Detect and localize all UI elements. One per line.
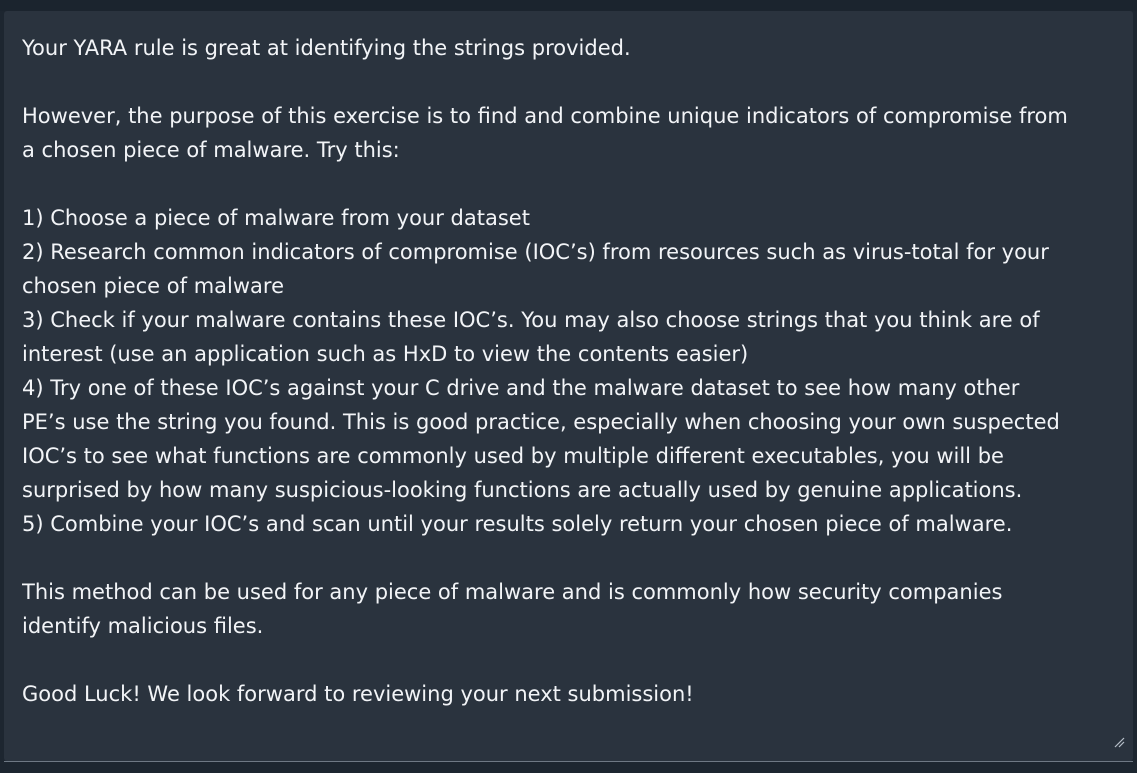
- feedback-line: 1) Choose a piece of malware from your d…: [22, 206, 530, 230]
- feedback-line: surprised by how many suspicious-looking…: [22, 478, 1023, 502]
- feedback-view: Your YARA rule is great at identifying t…: [0, 0, 1137, 773]
- feedback-line: Your YARA rule is great at identifying t…: [22, 36, 631, 60]
- feedback-line: However, the purpose of this exercise is…: [22, 104, 1068, 128]
- feedback-line: 5) Combine your IOC’s and scan until you…: [22, 512, 1013, 536]
- feedback-line: chosen piece of malware: [22, 274, 284, 298]
- feedback-line: 3) Check if your malware contains these …: [22, 308, 1040, 332]
- top-strip: [0, 0, 1137, 11]
- feedback-textarea[interactable]: Your YARA rule is great at identifying t…: [4, 11, 1133, 761]
- feedback-line: This method can be used for any piece of…: [22, 580, 1003, 604]
- feedback-line: IOC’s to see what functions are commonly…: [22, 444, 1004, 468]
- textarea-bottom-border: [4, 761, 1133, 762]
- feedback-line: identify malicious files.: [22, 614, 264, 638]
- feedback-line: 4) Try one of these IOC’s against your C…: [22, 376, 1020, 400]
- resize-grip-icon[interactable]: [1113, 736, 1125, 748]
- feedback-line: interest (use an application such as HxD…: [22, 342, 749, 366]
- feedback-text: Your YARA rule is great at identifying t…: [22, 31, 1115, 711]
- feedback-line: PE’s use the string you found. This is g…: [22, 410, 1060, 434]
- feedback-line: 2) Research common indicators of comprom…: [22, 240, 1049, 264]
- feedback-line: a chosen piece of malware. Try this:: [22, 138, 400, 162]
- feedback-line: Good Luck! We look forward to reviewing …: [22, 682, 694, 706]
